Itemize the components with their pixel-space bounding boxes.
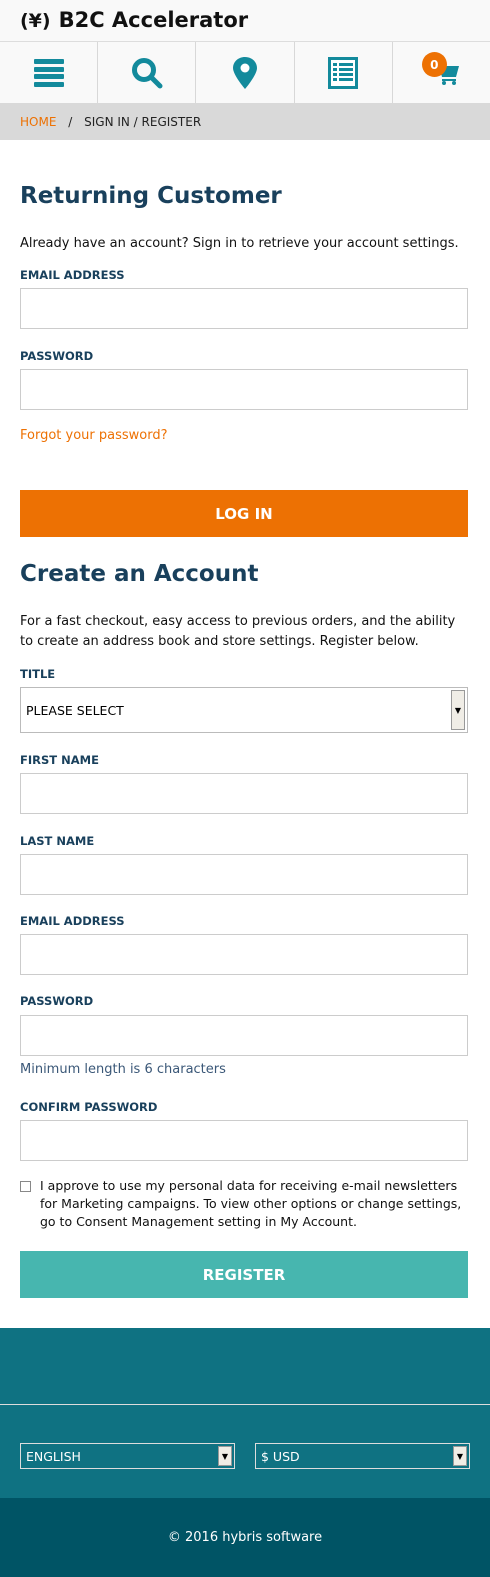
store-locator-button[interactable]	[196, 42, 295, 103]
top-bar: (¥) B2C Accelerator	[0, 0, 490, 42]
currency-select[interactable]: $ USD ▼	[255, 1443, 470, 1469]
register-intro: For a fast checkout, easy access to prev…	[20, 614, 456, 649]
language-value: ENGLISH	[26, 1448, 81, 1464]
search-button[interactable]	[98, 42, 197, 103]
search-icon	[131, 57, 163, 88]
forgot-password-link[interactable]: Forgot your password?	[20, 426, 470, 446]
location-pin-icon	[233, 56, 257, 89]
chevron-down-icon: ▼	[453, 1446, 467, 1466]
breadcrumb-home-link[interactable]: HOME	[20, 115, 56, 129]
footer-divider	[0, 1404, 490, 1405]
breadcrumb: HOME / SIGN IN / REGISTER	[0, 103, 490, 140]
title-label: TITLE	[20, 667, 56, 681]
register-button[interactable]: REGISTER	[20, 1251, 468, 1298]
create-account-heading: Create an Account	[20, 561, 259, 587]
first-name-label: FIRST NAME	[20, 753, 99, 767]
consent-text: I approve to use my personal data for re…	[40, 1178, 462, 1229]
login-email-input[interactable]	[20, 288, 468, 329]
password-label: PASSWORD	[20, 349, 94, 363]
email-label: EMAIL ADDRESS	[20, 268, 125, 282]
register-email-input[interactable]	[20, 934, 468, 975]
currency-value: $ USD	[261, 1448, 300, 1464]
menu-button[interactable]	[0, 42, 99, 103]
password-hint: Minimum length is 6 characters	[20, 1062, 226, 1077]
site-title: B2C Accelerator	[58, 8, 249, 32]
list-icon	[328, 56, 359, 89]
register-password-input[interactable]	[20, 1015, 468, 1056]
language-select[interactable]: ENGLISH ▼	[20, 1443, 235, 1469]
register-email-label: EMAIL ADDRESS	[20, 914, 125, 928]
title-select-value: PLEASE SELECT	[26, 702, 124, 718]
nav-bar: 0	[0, 42, 490, 103]
cart-count-badge: 0	[421, 52, 447, 77]
cart-button[interactable]: 0	[393, 42, 490, 103]
chevron-down-icon: ▼	[451, 690, 465, 730]
footer	[0, 1328, 490, 1498]
hamburger-menu-icon	[33, 58, 64, 87]
breadcrumb-current: SIGN IN / REGISTER	[84, 115, 202, 129]
confirm-password-label: CONFIRM PASSWORD	[20, 1100, 158, 1114]
site-logo[interactable]: (¥) B2C Accelerator	[20, 8, 248, 32]
chevron-down-icon: ▼	[218, 1446, 232, 1466]
first-name-input[interactable]	[20, 773, 468, 814]
confirm-password-input[interactable]	[20, 1120, 468, 1161]
title-select[interactable]: PLEASE SELECT ▼	[20, 687, 468, 733]
login-password-input[interactable]	[20, 369, 468, 410]
login-button[interactable]: LOG IN	[20, 490, 468, 537]
register-password-label: PASSWORD	[20, 994, 94, 1008]
copyright-bar: © 2016 hybris software	[0, 1498, 490, 1577]
login-intro: Already have an account? Sign in to retr…	[20, 236, 459, 251]
logo-mark: (¥)	[20, 10, 51, 32]
last-name-label: LAST NAME	[20, 834, 95, 848]
last-name-input[interactable]	[20, 854, 468, 895]
returning-customer-heading: Returning Customer	[20, 183, 282, 209]
order-form-button[interactable]	[295, 42, 393, 103]
copyright-text: © 2016 hybris software	[167, 1530, 323, 1545]
breadcrumb-separator: /	[68, 115, 73, 129]
consent-checkbox[interactable]	[20, 1181, 31, 1192]
